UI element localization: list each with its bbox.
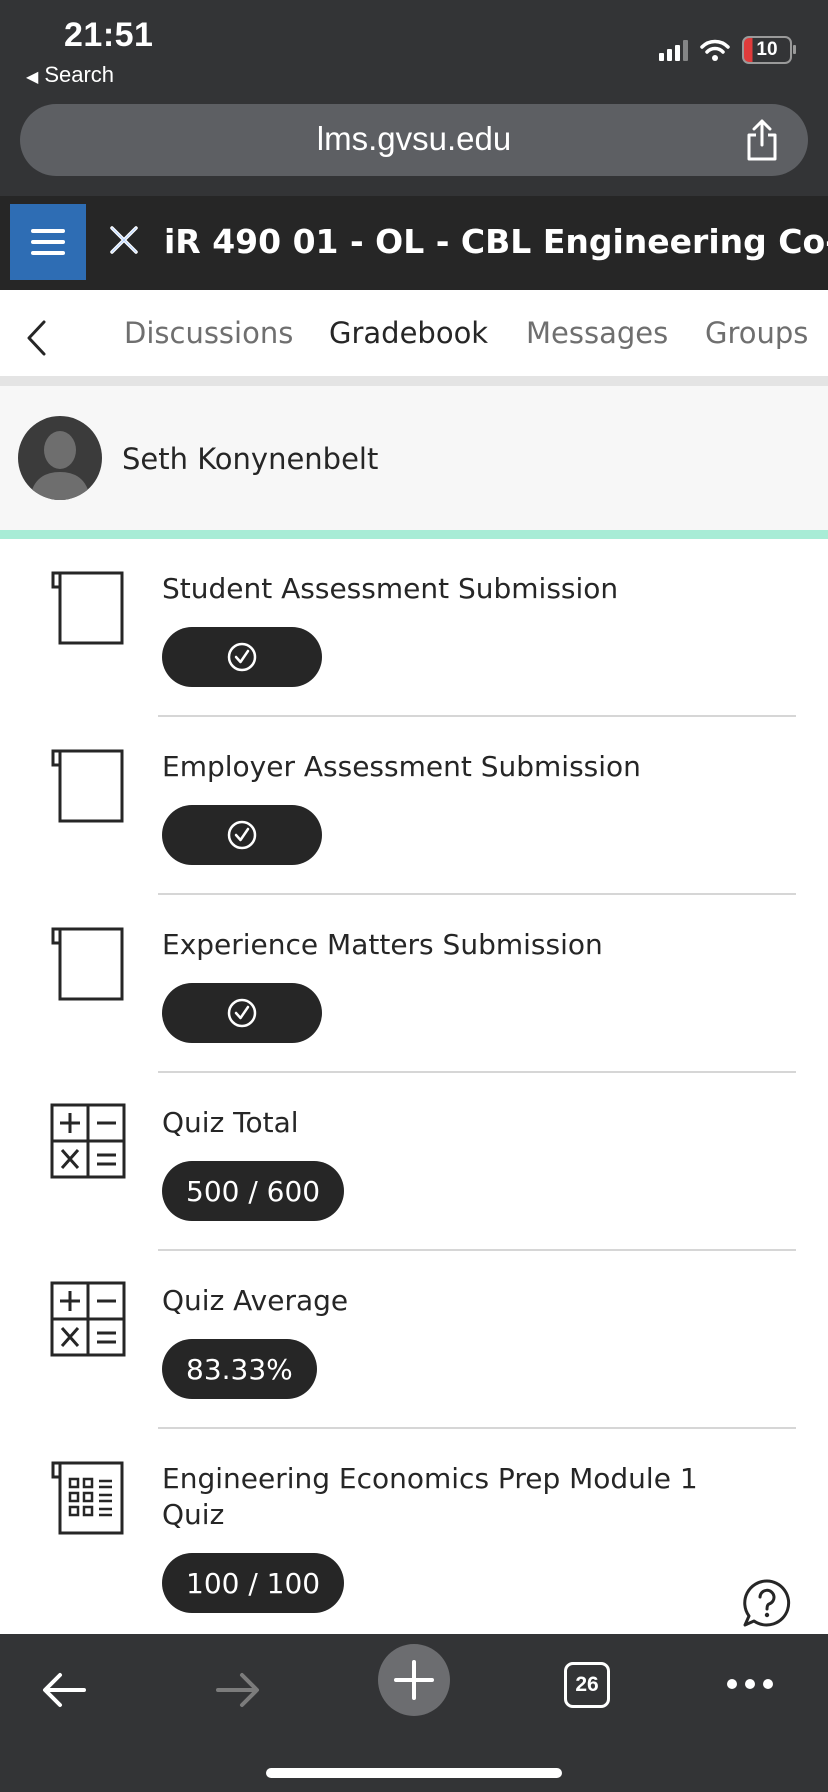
- score-badge[interactable]: 100 / 100: [162, 1553, 345, 1613]
- status-icons: 10: [659, 36, 796, 64]
- chevron-left-icon[interactable]: [24, 318, 48, 358]
- document-icon: [51, 749, 124, 823]
- tab-groups[interactable]: Groups: [705, 316, 808, 350]
- avatar: [18, 416, 102, 500]
- grade-item-title: Quiz Average: [162, 1284, 349, 1317]
- course-title: iR 490 01 - OL - CBL Engineering Co-op 3…: [164, 222, 828, 261]
- forward-arrow-icon[interactable]: [214, 1670, 262, 1710]
- tabs-count-button[interactable]: 26: [564, 1662, 610, 1708]
- battery-icon: 10: [742, 36, 796, 64]
- calculation-icon: [50, 1103, 126, 1179]
- score-badge[interactable]: 83.33%: [162, 1339, 317, 1399]
- check-circle-icon: [227, 820, 257, 850]
- status-time: 21:51: [64, 16, 154, 54]
- back-arrow-icon[interactable]: [40, 1670, 88, 1710]
- browser-chrome-top: 21:51 ◀ Search 10 lms.gvsu.edu: [0, 0, 828, 196]
- home-indicator: [266, 1768, 562, 1778]
- battery-level: 10: [756, 39, 778, 60]
- grade-item-title: Experience Matters Submission: [162, 928, 603, 961]
- grade-row[interactable]: Experience Matters Submission: [0, 895, 828, 1073]
- grade-row[interactable]: Engineering Economics Prep Module 1 Quiz…: [0, 1429, 828, 1659]
- grade-row[interactable]: Quiz Average 83.33%: [0, 1251, 828, 1429]
- grade-row[interactable]: Employer Assessment Submission: [0, 717, 828, 895]
- person-silhouette-icon: [30, 431, 90, 500]
- new-tab-plus-icon[interactable]: [378, 1644, 450, 1716]
- grade-item-title: Employer Assessment Submission: [162, 750, 641, 783]
- wifi-icon: [700, 39, 730, 61]
- grade-row[interactable]: Quiz Total 500 / 600: [0, 1073, 828, 1251]
- help-icon[interactable]: [742, 1578, 792, 1628]
- browser-toolbar: 26: [0, 1634, 828, 1792]
- hamburger-menu-button[interactable]: [10, 204, 86, 280]
- grade-item-title: Quiz Total: [162, 1106, 299, 1139]
- grade-list: Student Assessment Submission Employer A…: [0, 539, 828, 1659]
- user-header: Seth Konynenbelt: [0, 386, 828, 539]
- course-header: iR 490 01 - OL - CBL Engineering Co-op 3…: [0, 196, 828, 290]
- completed-status-badge[interactable]: [162, 805, 322, 865]
- score-badge[interactable]: 500 / 600: [162, 1161, 345, 1221]
- document-icon: [51, 571, 124, 645]
- calculation-icon: [50, 1281, 126, 1357]
- check-circle-icon: [227, 642, 257, 672]
- more-options-icon[interactable]: [726, 1678, 774, 1690]
- address-bar[interactable]: lms.gvsu.edu: [20, 104, 808, 176]
- grade-row[interactable]: Student Assessment Submission: [0, 539, 828, 717]
- grade-item-title: Engineering Economics Prep Module 1 Quiz: [162, 1462, 698, 1531]
- grade-item-title: Student Assessment Submission: [162, 572, 619, 605]
- back-app-label: Search: [44, 62, 115, 87]
- course-tab-bar: Discussions Gradebook Messages Groups: [0, 290, 828, 386]
- completed-status-badge[interactable]: [162, 627, 322, 687]
- quiz-icon: [51, 1461, 124, 1535]
- completed-status-badge[interactable]: [162, 983, 322, 1043]
- cellular-signal-icon: [659, 39, 688, 61]
- check-circle-icon: [227, 998, 257, 1028]
- back-to-app-link[interactable]: ◀ Search: [26, 62, 114, 88]
- close-icon[interactable]: [104, 220, 144, 260]
- tab-gradebook[interactable]: Gradebook: [329, 316, 488, 350]
- url-text: lms.gvsu.edu: [316, 120, 512, 157]
- back-triangle-icon: ◀: [26, 69, 39, 86]
- tab-discussions[interactable]: Discussions: [124, 316, 293, 350]
- document-icon: [51, 927, 124, 1001]
- tab-messages[interactable]: Messages: [526, 316, 668, 350]
- share-icon[interactable]: [744, 118, 780, 162]
- student-name: Seth Konynenbelt: [122, 442, 379, 476]
